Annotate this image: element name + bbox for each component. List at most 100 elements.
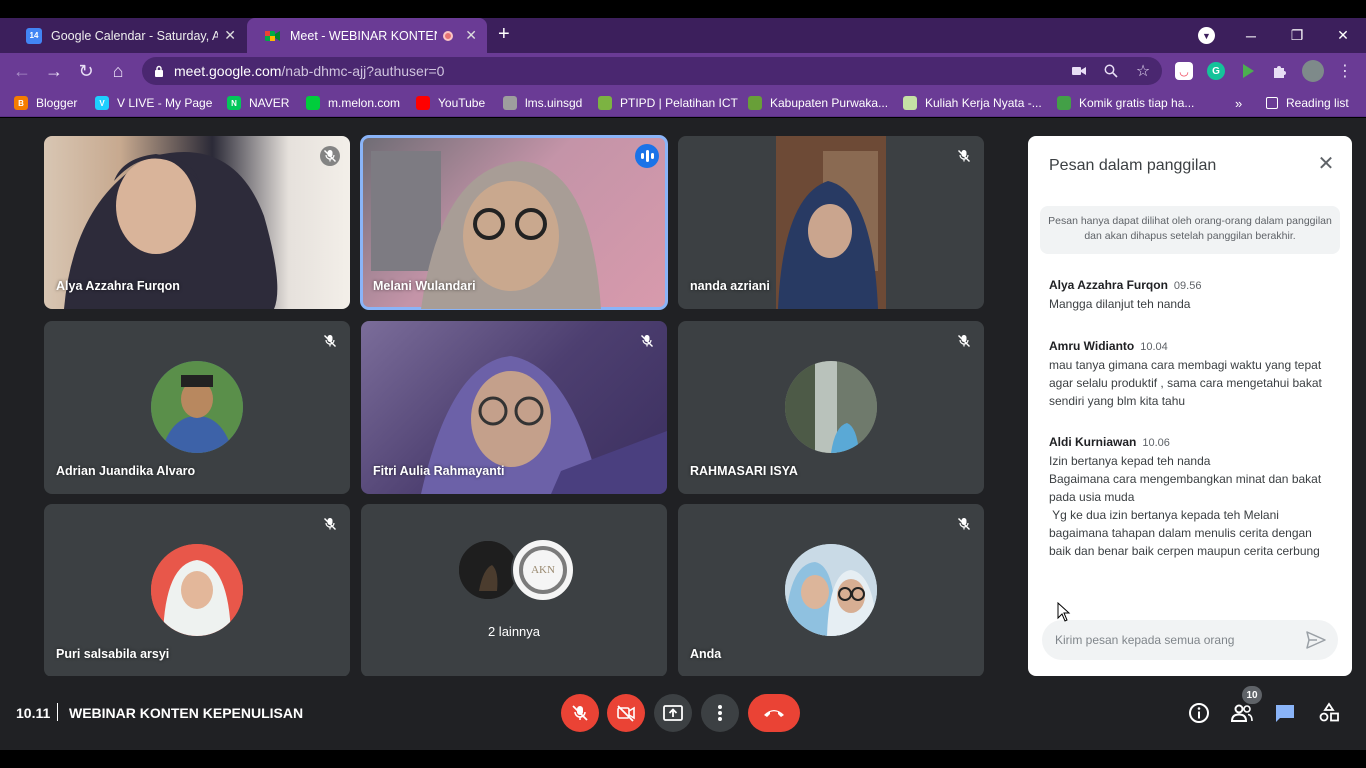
screen-bottom-strip	[0, 750, 1366, 768]
end-call-icon	[764, 710, 784, 717]
message-text: bagaimana tahapan dalam menulis cerita d…	[1049, 526, 1312, 540]
meet-icon	[265, 28, 281, 44]
minimize-button[interactable]: ─	[1228, 18, 1274, 53]
meeting-clock: 10.11	[16, 705, 51, 721]
bookmark-item[interactable]: Kabupaten Purwaka...	[748, 95, 888, 111]
bookmark-item[interactable]: PTIPD | Pelatihan ICT	[598, 95, 738, 111]
reload-button[interactable]: ↻	[75, 60, 97, 82]
meeting-details-button[interactable]	[1186, 700, 1212, 726]
avatar	[151, 544, 243, 636]
melon-icon	[306, 96, 320, 110]
address-bar[interactable]: meet.google.com/nab-dhmc-ajj?authuser=0	[142, 57, 1162, 85]
profile-avatar[interactable]	[1302, 60, 1324, 82]
bookmark-item[interactable]: V V LIVE - My Page	[95, 95, 212, 111]
mic-off-icon	[954, 514, 974, 534]
mic-off-icon	[320, 331, 340, 351]
restore-button[interactable]: ❐	[1274, 18, 1320, 53]
chat-message: Aldi Kurniawan 10.06 Izin bertanya kepad …	[1049, 433, 1334, 560]
more-options-button[interactable]	[701, 694, 739, 732]
mic-off-icon	[954, 331, 974, 351]
browser-menu-icon[interactable]: ⋮	[1337, 63, 1353, 80]
people-icon	[1230, 704, 1253, 722]
play-extension-icon[interactable]	[1239, 62, 1257, 80]
bookmark-item[interactable]: YouTube	[416, 95, 485, 111]
kkn-icon	[903, 96, 917, 110]
screen-top-strip	[0, 0, 1366, 18]
bookmark-item[interactable]: Kuliah Kerja Nyata -...	[903, 95, 1042, 111]
chat-message: Alya Azzahra Furqon 09.56 Mangga dilanjut…	[1049, 276, 1334, 313]
home-button[interactable]: ⌂	[107, 60, 129, 82]
participant-tile[interactable]: RAHMASARI ISYA	[678, 321, 984, 494]
reading-list-button[interactable]: Reading list	[1266, 95, 1349, 111]
emblem-icon	[748, 96, 762, 110]
message-text: mau tanya gimana cara membagi waktu yang…	[1049, 358, 1322, 372]
close-window-button[interactable]: ✕	[1320, 18, 1366, 53]
participant-tile[interactable]: Adrian Juandika Alvaro	[44, 321, 350, 494]
toggle-camera-button[interactable]	[607, 694, 645, 732]
tab-search-button[interactable]: ▼	[1198, 27, 1215, 44]
calendar-icon: 14	[26, 27, 42, 44]
chat-panel: Pesan dalam panggilan ✕ Pesan hanya dapa…	[1028, 136, 1352, 676]
bookmark-label: Kabupaten Purwaka...	[770, 96, 889, 110]
message-sender: Amru Widianto	[1049, 339, 1135, 353]
camera-in-use-icon[interactable]	[1071, 63, 1087, 79]
bookmark-label: Kuliah Kerja Nyata -...	[925, 96, 1042, 110]
participant-tile[interactable]: Alya Azzahra Furqon	[44, 136, 350, 309]
bookmark-item[interactable]: Komik gratis tiap ha...	[1057, 95, 1194, 111]
bookmark-label: PTIPD | Pelatihan ICT	[620, 96, 738, 110]
message-time: 09.56	[1173, 280, 1202, 292]
bookmark-star-icon[interactable]: ☆	[1135, 63, 1151, 80]
close-tab-icon[interactable]: ✕	[224, 27, 236, 44]
chat-message: Amru Widianto 10.04 mau tanya gimana cara…	[1049, 337, 1334, 410]
participant-name: RAHMASARI ISYA	[690, 464, 798, 478]
ptipd-icon	[598, 96, 612, 110]
new-tab-button[interactable]: +	[498, 24, 510, 44]
activities-button[interactable]	[1316, 700, 1342, 726]
more-bookmarks-button[interactable]: »	[1235, 95, 1242, 111]
youtube-icon	[416, 96, 430, 110]
bookmark-item[interactable]: N NAVER	[227, 95, 289, 111]
chat-button[interactable]	[1272, 700, 1298, 726]
present-screen-button[interactable]	[654, 694, 692, 732]
meeting-title: WEBINAR KONTEN KEPENULISAN	[69, 705, 304, 721]
message-text: agar selalu produktif , sama cara menget…	[1049, 376, 1322, 390]
bookmark-item[interactable]: m.melon.com	[306, 95, 400, 111]
participant-tile[interactable]: Fitri Aulia Rahmayanti	[361, 321, 667, 494]
forward-button[interactable]: →	[43, 60, 65, 82]
naver-icon: N	[227, 96, 241, 110]
bookmark-label: NAVER	[249, 96, 290, 110]
mic-off-icon	[637, 331, 657, 351]
message-text: Yg ke dua izin bertanya kepada teh Melan…	[1049, 508, 1279, 522]
message-sender: Alya Azzahra Furqon	[1049, 278, 1168, 292]
back-button[interactable]: ←	[11, 60, 33, 82]
zoom-icon[interactable]	[1103, 63, 1119, 79]
meeting-controls-bar: 10.11 WEBINAR KONTEN KEPENULISAN	[0, 676, 1366, 750]
extensions-puzzle-icon[interactable]	[1271, 62, 1289, 80]
chat-message-input[interactable]	[1055, 633, 1295, 647]
blogger-icon: B	[14, 96, 28, 110]
close-tab-icon[interactable]: ✕	[465, 27, 477, 44]
participant-tile[interactable]: Melani Wulandari	[360, 135, 668, 310]
participant-tile[interactable]: Anda	[678, 504, 984, 677]
participant-tile[interactable]: AKN 2 lainnya	[361, 504, 667, 677]
participant-tile[interactable]: Puri salsabila arsyi	[44, 504, 350, 677]
bookmark-label: lms.uinsgd	[525, 96, 583, 110]
leave-call-button[interactable]	[748, 694, 800, 732]
mic-off-icon	[320, 514, 340, 534]
tab-google-meet[interactable]: Meet - WEBINAR KONTEN KEPENULISAN ✕	[247, 18, 487, 53]
close-chat-button[interactable]: ✕	[1316, 154, 1336, 174]
grammarly-extension-icon[interactable]: G	[1207, 62, 1225, 80]
pocket-extension-icon[interactable]: ◡	[1175, 62, 1193, 80]
participant-name: Alya Azzahra Furqon	[56, 279, 180, 293]
toggle-microphone-button[interactable]	[561, 694, 599, 732]
message-text: Bagaimana cara mengembangkan minat dan b…	[1049, 472, 1322, 486]
send-icon[interactable]	[1306, 631, 1326, 649]
bookmark-label: Blogger	[36, 96, 78, 110]
bookmark-item[interactable]: lms.uinsgd	[503, 95, 582, 111]
comic-icon	[1057, 96, 1071, 110]
tab-google-calendar[interactable]: 14 Google Calendar - Saturday, Aug ✕	[8, 18, 246, 53]
participant-name: Anda	[690, 647, 722, 661]
chat-icon	[1276, 705, 1294, 722]
bookmark-item[interactable]: B Blogger	[14, 95, 77, 111]
participant-tile[interactable]: nanda azriani	[678, 136, 984, 309]
